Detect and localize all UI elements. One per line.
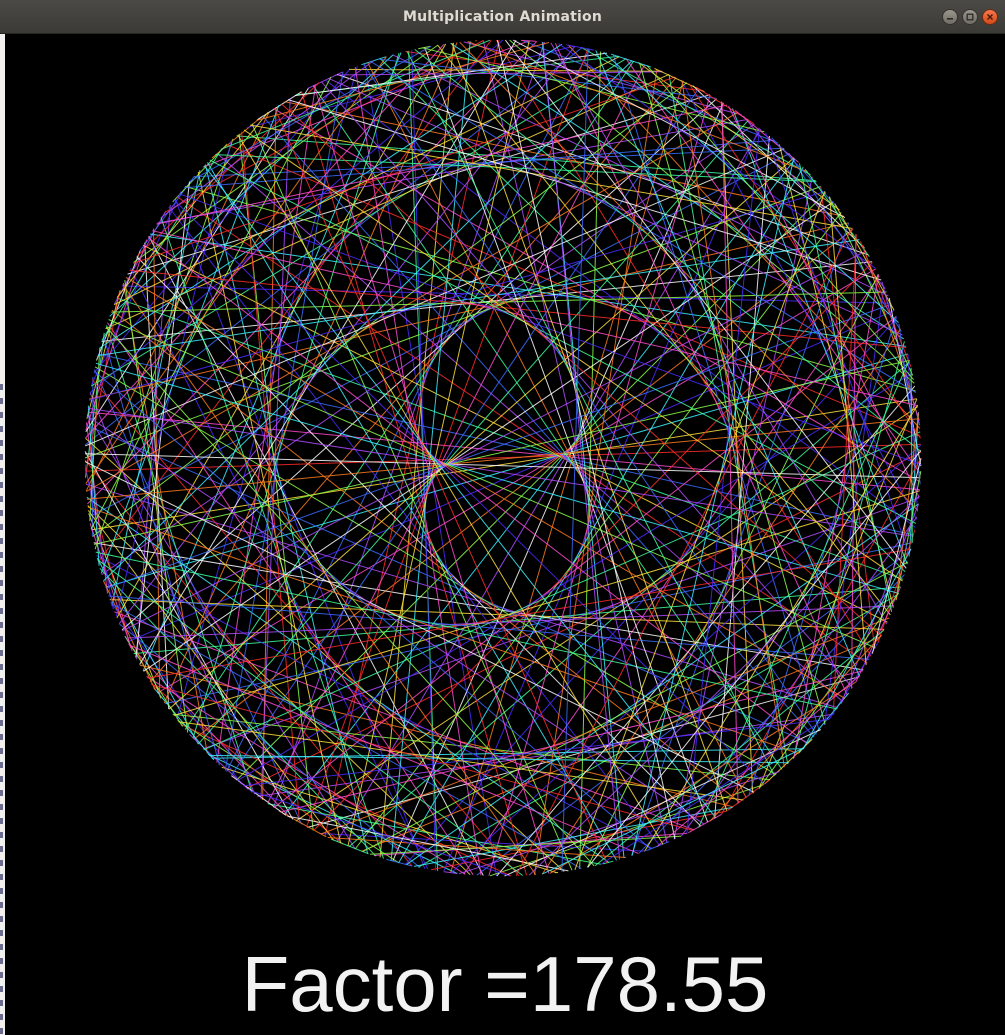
chord-line — [280, 103, 882, 637]
chord-line — [101, 123, 755, 576]
chord-line — [549, 681, 857, 874]
chord-line — [188, 45, 432, 183]
chord-line — [105, 303, 892, 589]
chord-line — [638, 574, 905, 854]
maximize-button[interactable] — [962, 9, 978, 25]
chord-line — [260, 98, 291, 799]
chord-line — [87, 505, 471, 876]
multiplication-circle — [84, 39, 922, 877]
minimize-button[interactable] — [942, 9, 958, 25]
chord-line — [85, 239, 148, 431]
chord-line — [758, 398, 918, 789]
factor-label: Factor =178.55 — [241, 940, 769, 1028]
chord-line — [193, 147, 784, 178]
chord-line — [105, 353, 909, 588]
chord-line — [732, 108, 908, 565]
minimize-icon — [946, 13, 954, 21]
chord-line — [84, 291, 120, 476]
maximize-icon — [966, 13, 974, 21]
chord-line — [91, 377, 94, 537]
close-icon — [986, 13, 994, 21]
chord-line — [193, 228, 854, 740]
chord-line — [133, 44, 439, 263]
chord-line — [451, 42, 728, 812]
chord-line — [95, 551, 838, 710]
chord-line — [86, 496, 610, 863]
chord-line — [859, 241, 912, 367]
title-bar[interactable]: Multiplication Animation — [0, 0, 1005, 34]
chord-line — [178, 193, 922, 466]
chord-line — [116, 297, 904, 580]
chord-line — [625, 58, 922, 475]
app-window: Multiplication Animation Factor =178.55 — [0, 0, 1005, 1035]
chord-line — [877, 529, 916, 643]
window-title: Multiplication Animation — [402, 9, 603, 25]
chord-line — [414, 806, 733, 867]
chord-line — [176, 66, 358, 720]
animation-canvas: Factor =178.55 — [5, 34, 1005, 1035]
chord-line — [600, 712, 835, 865]
chord-line — [203, 431, 921, 751]
chord-line — [313, 84, 550, 874]
chord-line — [771, 137, 838, 208]
chord-line — [688, 83, 921, 439]
chord-line — [424, 47, 709, 823]
chord-line — [109, 599, 885, 630]
close-button[interactable] — [982, 9, 998, 25]
chord-lines — [84, 39, 922, 877]
